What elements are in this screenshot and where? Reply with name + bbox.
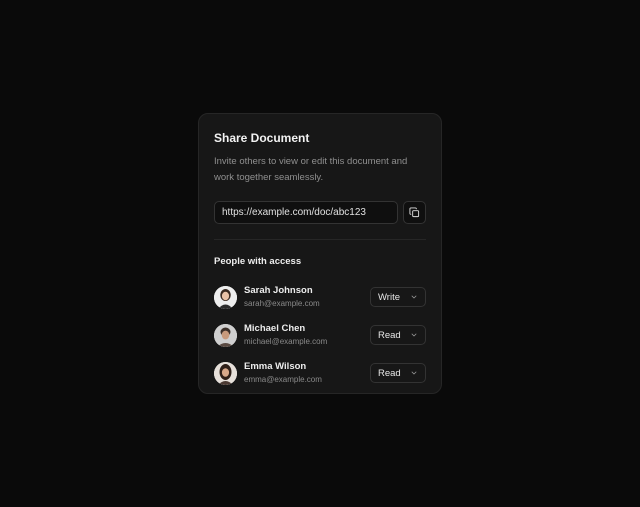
permission-label: Write xyxy=(378,291,400,303)
avatar xyxy=(214,323,237,347)
share-dialog: Share Document Invite others to view or … xyxy=(198,113,442,394)
share-link-row xyxy=(214,201,426,224)
dialog-title: Share Document xyxy=(214,131,310,145)
copy-link-button[interactable] xyxy=(403,201,426,224)
chevron-down-icon xyxy=(411,333,417,337)
permission-label: Read xyxy=(378,329,401,341)
people-section-title: People with access xyxy=(214,256,302,267)
share-link-input[interactable] xyxy=(214,201,399,224)
avatar xyxy=(214,361,237,385)
avatar xyxy=(214,285,237,309)
person-email: michael@example.com xyxy=(244,337,328,346)
chevron-down-icon xyxy=(411,295,417,299)
chevron-down-icon xyxy=(411,371,417,375)
person-row-sarah: Sarah Johnson sarah@example.com Write xyxy=(214,278,426,316)
permission-label: Read xyxy=(378,367,401,379)
person-row-michael: Michael Chen michael@example.com Read xyxy=(214,316,426,354)
person-name: Sarah Johnson xyxy=(244,285,313,296)
divider xyxy=(214,239,426,240)
person-name: Michael Chen xyxy=(244,323,306,334)
person-row-emma: Emma Wilson emma@example.com Read xyxy=(214,354,426,392)
permission-select[interactable]: Read xyxy=(370,325,426,345)
permission-select[interactable]: Read xyxy=(370,363,426,383)
person-email: sarah@example.com xyxy=(244,299,320,308)
person-email: emma@example.com xyxy=(244,375,322,384)
person-name: Emma Wilson xyxy=(244,361,307,372)
people-list: Sarah Johnson sarah@example.com Write Mi… xyxy=(214,278,426,392)
dialog-description: Invite others to view or edit this docum… xyxy=(214,156,408,183)
permission-select[interactable]: Write xyxy=(370,287,426,307)
copy-icon xyxy=(409,207,420,218)
